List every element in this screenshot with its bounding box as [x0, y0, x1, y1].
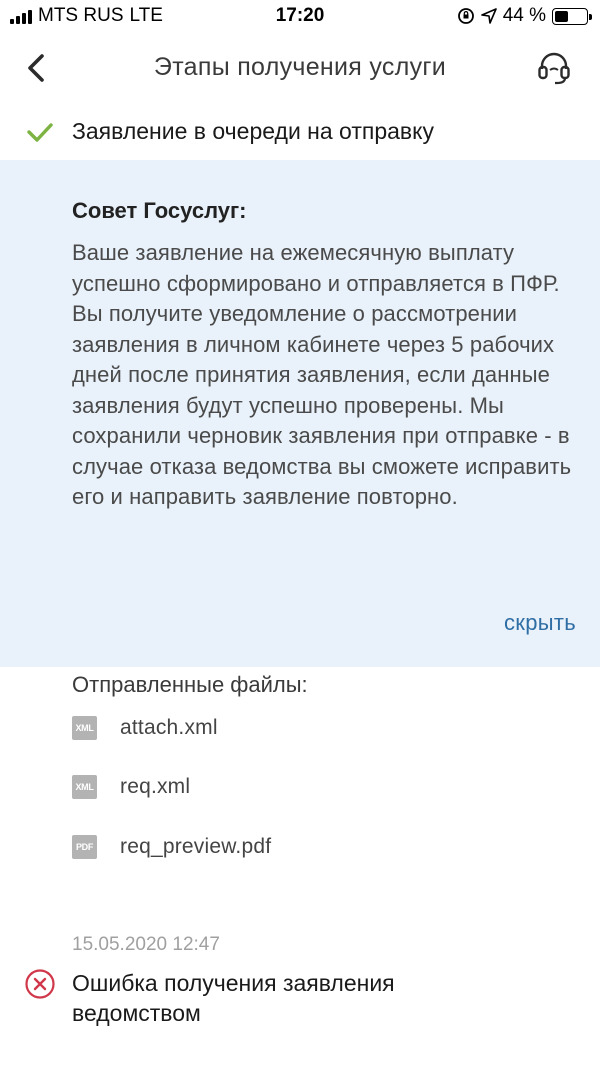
error-circle-icon — [25, 969, 55, 999]
location-arrow-icon — [480, 8, 497, 24]
page-title: Этапы получения услуги — [153, 53, 447, 81]
status-right: 44 % — [457, 5, 592, 27]
file-item[interactable]: PDF req_preview.pdf — [72, 830, 271, 864]
battery-fill — [555, 10, 569, 22]
file-item[interactable]: XML attach.xml — [72, 711, 218, 745]
support-button[interactable] — [534, 48, 574, 88]
xml-file-icon: XML — [72, 775, 97, 799]
tip-panel: Совет Госуслуг: Ваше заявление на ежемес… — [0, 160, 600, 667]
nav-bar: Этапы получения услуги — [0, 34, 600, 98]
file-item[interactable]: XML req.xml — [72, 770, 190, 804]
error-step-title: Ошибка получения заявления ведомством — [72, 970, 395, 1026]
file-name: req.xml — [120, 775, 191, 798]
tip-text: Ваше заявление на ежемесячную выплату ус… — [72, 240, 572, 509]
orientation-lock-icon — [457, 8, 474, 24]
status-bar: MTS RUS LTE 17:20 44 % — [0, 0, 600, 34]
battery-icon — [552, 7, 592, 25]
battery-percent: 44 % — [502, 5, 546, 26]
file-name: attach.xml — [120, 716, 218, 739]
files-title: Отправленные файлы: — [72, 672, 308, 697]
tip-title: Совет Госуслуг: — [72, 198, 247, 223]
error-step-date: 15.05.2020 12:47 — [72, 934, 220, 955]
hide-tip-link[interactable]: скрыть — [504, 610, 576, 636]
xml-file-icon: XML — [72, 716, 97, 740]
step-queued: Заявление в очереди на отправку — [0, 104, 600, 160]
pdf-file-icon: PDF — [72, 835, 97, 859]
file-name: req_preview.pdf — [120, 835, 272, 858]
check-icon — [27, 123, 53, 142]
headset-icon — [538, 52, 570, 85]
step-title: Заявление в очереди на отправку — [72, 118, 434, 144]
